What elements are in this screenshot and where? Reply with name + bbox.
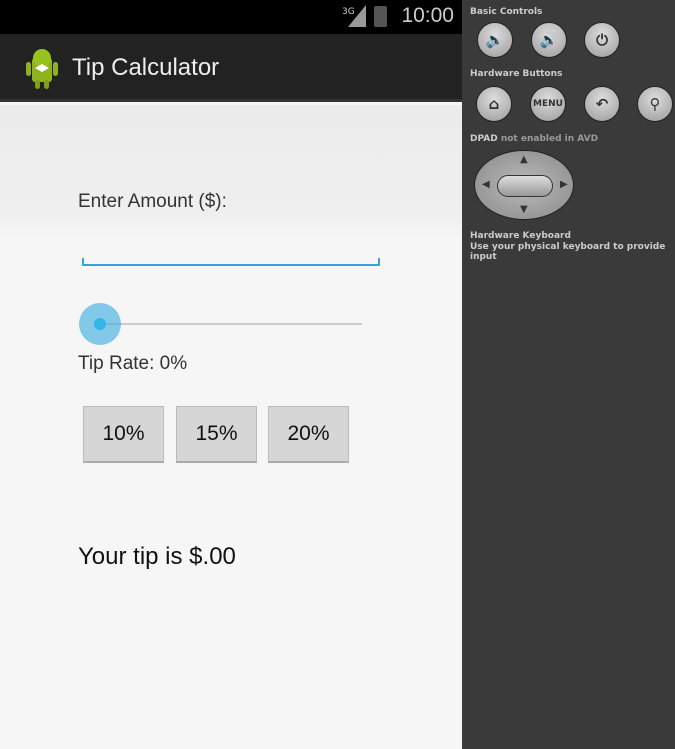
tip-20-button[interactable]: 20% <box>268 406 349 463</box>
volume-down-icon[interactable]: 🔈 <box>477 22 513 58</box>
phone-screen: 3G 10:00 Tip Calculator Enter Amount ($)… <box>0 0 462 749</box>
dpad-down-icon[interactable]: ▼ <box>520 204 528 215</box>
android-icon <box>26 49 58 89</box>
hardware-buttons-heading: Hardware Buttons <box>470 69 563 79</box>
app-title: Tip Calculator <box>72 54 220 81</box>
status-bar: 3G 10:00 <box>0 0 462 34</box>
basic-controls-heading: Basic Controls <box>470 7 543 17</box>
dpad-left-icon[interactable]: ◀ <box>482 179 490 190</box>
input-tick-left <box>82 258 84 266</box>
tip-rate-label: Tip Rate: 0% <box>78 353 188 374</box>
dpad-right-icon[interactable]: ▶ <box>560 179 568 190</box>
tip-rate-slider[interactable] <box>100 323 362 325</box>
tip-15-button[interactable]: 15% <box>176 406 257 463</box>
keyboard-note: Use your physical keyboard to provide in… <box>470 242 666 262</box>
volume-up-icon[interactable]: 🔊 <box>531 22 567 58</box>
battery-icon <box>374 6 387 27</box>
svg-text:3G: 3G <box>342 7 355 17</box>
back-icon[interactable]: ↶ <box>584 86 620 122</box>
input-tick-right <box>378 258 380 266</box>
action-bar: Tip Calculator <box>0 34 462 102</box>
slider-thumb[interactable] <box>79 303 121 345</box>
dpad[interactable]: ▲ ▼ ◀ ▶ <box>474 150 574 220</box>
tip-result: Your tip is $.00 <box>78 543 236 570</box>
tip-10-button[interactable]: 10% <box>83 406 164 463</box>
signal-icon: 3G <box>342 5 366 27</box>
clock: 10:00 <box>401 4 454 27</box>
amount-input[interactable] <box>83 246 380 266</box>
power-icon[interactable]: ⏻ <box>584 22 620 58</box>
dpad-title: DPAD <box>470 134 498 144</box>
dpad-center[interactable] <box>497 175 553 197</box>
dpad-up-icon[interactable]: ▲ <box>520 154 528 165</box>
header-band <box>0 105 462 240</box>
amount-label: Enter Amount ($): <box>78 191 227 212</box>
home-icon[interactable]: ⌂ <box>476 86 512 122</box>
emulator-controls: Basic Controls 🔈 🔊 ⏻ Hardware Buttons ⌂ … <box>462 0 675 749</box>
search-icon[interactable]: ⚲ <box>637 86 673 122</box>
dpad-note: not enabled in AVD <box>500 134 599 144</box>
keyboard-heading: Hardware Keyboard <box>470 231 571 241</box>
menu-button[interactable]: MENU <box>530 86 566 122</box>
dpad-heading: DPAD not enabled in AVD <box>470 134 598 144</box>
